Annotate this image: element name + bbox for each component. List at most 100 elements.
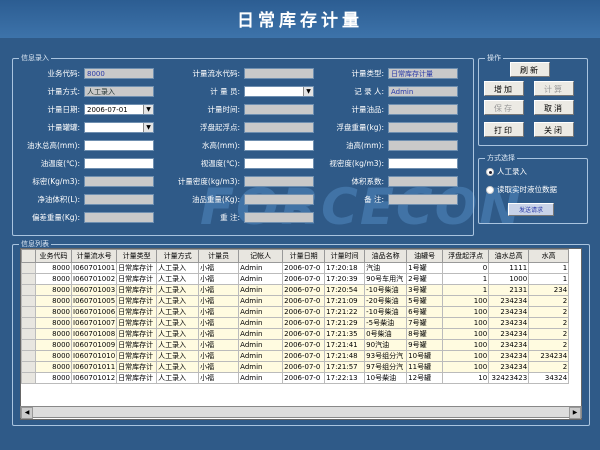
visual-density-field[interactable] [388, 158, 458, 169]
horizontal-scrollbar[interactable]: ◀ ▶ [20, 406, 582, 419]
column-header[interactable]: 计量类型 [116, 249, 158, 263]
float-weight-field[interactable] [388, 122, 458, 133]
row-header[interactable] [21, 295, 36, 307]
oil-temp-field[interactable] [84, 158, 154, 169]
column-header[interactable]: 计量时间 [324, 249, 366, 263]
row-header[interactable] [21, 339, 36, 351]
table-cell: 234234 [488, 295, 530, 307]
row-header[interactable] [21, 273, 36, 285]
row-header[interactable] [21, 317, 36, 329]
oil-height-field[interactable] [388, 140, 458, 151]
table-row[interactable]: 8000 I060701008 日常库存计 人工录入 小福 Admin 2006-07-0 1… [21, 328, 570, 340]
calc-button[interactable]: 计算 [534, 81, 574, 96]
add-button[interactable]: 增加 [484, 81, 524, 96]
column-header[interactable]: 油水总高 [488, 249, 530, 263]
table-row[interactable]: 8000 I060701001 日常库存计 人工录入 小福 Admin 2006-07-0 1… [21, 262, 570, 274]
table-cell: 2 [528, 295, 570, 307]
column-header[interactable]: 业务代码 [35, 249, 72, 263]
scroll-right-icon[interactable]: ▶ [569, 407, 581, 419]
water-height-field[interactable] [244, 140, 314, 151]
table-cell: 5号罐 [406, 295, 444, 307]
table-cell: 2006-07-0 [282, 317, 326, 329]
scroll-left-icon[interactable]: ◀ [21, 407, 33, 419]
column-header[interactable]: 计量日期 [282, 249, 326, 263]
table-cell: 10号罐 [406, 350, 444, 362]
table-row[interactable]: 8000 I060701005 日常库存计 人工录入 小福 Admin 2006-07-0 1… [21, 295, 570, 307]
close-button[interactable]: 关闭 [534, 122, 574, 137]
column-header[interactable]: 计量方式 [156, 249, 200, 263]
table-row[interactable]: 8000 I060701006 日常库存计 人工录入 小福 Admin 2006-07-0 1… [21, 306, 570, 318]
table-row[interactable]: 8000 I060701010 日常库存计 人工录入 小福 Admin 2006-07-0 1… [21, 350, 570, 362]
table-row[interactable]: 8000 I060701011 日常库存计 人工录入 小福 Admin 2006-07-0 1… [21, 361, 570, 373]
chevron-down-icon[interactable]: ▼ [143, 105, 153, 114]
realtime-data-radio[interactable]: 读取实时液位数据 [486, 184, 557, 195]
recorder-field[interactable]: Admin [388, 86, 458, 97]
table-cell: 日常库存计 [116, 284, 158, 296]
row-header-corner [21, 249, 36, 263]
column-header[interactable]: 水高 [528, 249, 570, 263]
biz-code-label: 业务代码: [47, 69, 80, 78]
meas-method-field[interactable]: 人工录入 [84, 86, 154, 97]
column-header[interactable]: 油品名称 [364, 249, 408, 263]
flow-no-label: 计量流水代码: [192, 69, 240, 78]
table-cell: -20号柴油 [364, 295, 408, 307]
oil-name-field[interactable] [388, 104, 458, 115]
row-header[interactable] [21, 284, 36, 296]
table-cell: I060701010 [70, 350, 118, 362]
column-header[interactable]: 记帐人 [238, 249, 284, 263]
table-cell: Admin [238, 361, 284, 373]
table-cell: 人工录入 [156, 339, 200, 351]
table-row[interactable]: 8000 I060701009 日常库存计 人工录入 小福 Admin 2006-07-0 1… [21, 339, 570, 351]
column-header[interactable]: 浮盘起浮点 [442, 249, 490, 263]
refresh-button[interactable]: 刷新 [510, 62, 550, 77]
column-header[interactable]: 油罐号 [406, 249, 444, 263]
table-cell: Admin [238, 350, 284, 362]
row-header[interactable] [21, 361, 36, 373]
table-cell: 8000 [35, 350, 72, 362]
table-row[interactable]: 8000 I060701002 日常库存计 人工录入 小福 Admin 2006-07-0 1… [21, 273, 570, 285]
meas-type-field[interactable]: 日常库存计量 [388, 68, 458, 79]
float-start-label: 浮盘起浮点: [199, 123, 240, 132]
table-cell: 7号罐 [406, 317, 444, 329]
column-header[interactable]: 计量流水号 [70, 249, 118, 263]
print-button[interactable]: 打印 [484, 122, 524, 137]
meas-density-field[interactable] [244, 176, 314, 187]
table-row[interactable]: 8000 I060701007 日常库存计 人工录入 小福 Admin 2006-07-0 1… [21, 317, 570, 329]
row-header[interactable] [21, 306, 36, 318]
visual-temp-field[interactable] [244, 158, 314, 169]
meas-time-field[interactable] [244, 104, 314, 115]
oil-total-height-field[interactable] [84, 140, 154, 151]
table-cell: 8000 [35, 317, 72, 329]
table-cell: 17:21:22 [324, 306, 366, 318]
row-header[interactable] [21, 350, 36, 362]
cancel-button[interactable]: 取消 [534, 100, 574, 115]
remark-field[interactable] [388, 194, 458, 205]
table-cell: 0 [442, 262, 490, 274]
row-header[interactable] [21, 328, 36, 340]
oil-weight-field[interactable] [244, 194, 314, 205]
column-header[interactable]: 计量员 [198, 249, 240, 263]
table-cell: 人工录入 [156, 328, 200, 340]
chevron-down-icon[interactable]: ▼ [303, 87, 313, 96]
send-request-button[interactable]: 发送请求 [508, 203, 554, 216]
table-row[interactable]: 8000 I060701012 日常库存计 人工录入 小福 Admin 2006-07-0 1… [21, 372, 570, 384]
row-header[interactable] [21, 372, 36, 384]
flow-no-field[interactable] [244, 68, 314, 79]
manual-entry-radio[interactable]: 人工录入 [486, 166, 527, 177]
table-row[interactable]: 8000 I060701003 日常库存计 人工录入 小福 Admin 2006-07-0 1… [21, 284, 570, 296]
tank-select[interactable]: ▼ [84, 122, 154, 133]
oil-bias-field[interactable] [84, 212, 154, 223]
meas-person-select[interactable]: ▼ [244, 86, 314, 97]
volume-coef-field[interactable] [388, 176, 458, 187]
float-start-field[interactable] [244, 122, 314, 133]
table-cell: 2131 [488, 284, 530, 296]
biz-code-field[interactable]: 8000 [84, 68, 154, 79]
meas-date-picker[interactable]: 2006-07-01 ▼ [84, 104, 154, 115]
remark2-field[interactable] [244, 212, 314, 223]
table-cell: 2006-07-0 [282, 350, 326, 362]
std-density-field[interactable] [84, 176, 154, 187]
save-button[interactable]: 保存 [484, 100, 524, 115]
row-header[interactable] [21, 262, 36, 274]
chevron-down-icon[interactable]: ▼ [143, 123, 153, 132]
net-volume-field[interactable] [84, 194, 154, 205]
